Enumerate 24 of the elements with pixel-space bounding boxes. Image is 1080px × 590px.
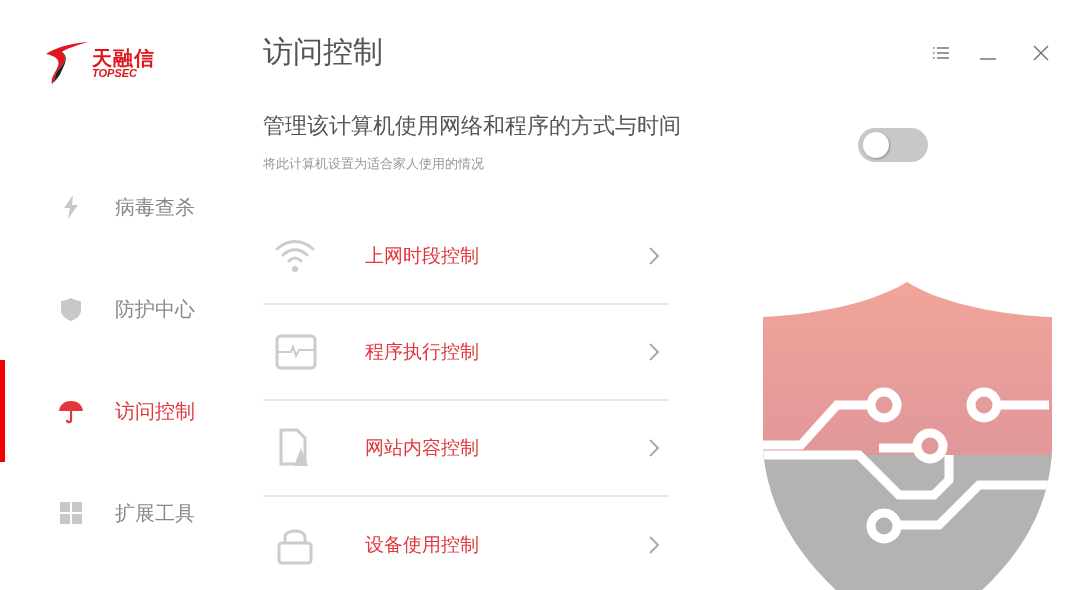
control-row[interactable]: 程序执行控制 xyxy=(263,305,669,401)
control-label: 网站内容控制 xyxy=(365,435,480,460)
control-row[interactable]: 上网时段控制 xyxy=(263,209,669,305)
control-label: 上网时段控制 xyxy=(365,243,480,268)
toggle-switch[interactable] xyxy=(858,128,928,162)
sidebar-item[interactable]: 扩展工具 xyxy=(0,462,240,564)
control-label: 程序执行控制 xyxy=(365,339,480,364)
sidebar-item[interactable]: 防护中心 xyxy=(0,258,240,360)
page-heading: 管理该计算机使用网络和程序的方式与时间 xyxy=(263,112,682,140)
chevron-right-icon xyxy=(647,437,661,459)
chevron-right-icon xyxy=(647,245,661,267)
control-label: 设备使用控制 xyxy=(365,532,480,557)
page-description: 将此计算机设置为适合家人使用的情况 xyxy=(263,155,485,173)
grid-icon xyxy=(57,499,85,527)
page-title: 访问控制 xyxy=(263,33,384,71)
logo-name: 天融信 xyxy=(92,47,155,68)
control-row[interactable]: 设备使用控制 xyxy=(263,497,669,590)
logo-tagline: TOPSEC xyxy=(92,67,138,79)
minimize-icon xyxy=(980,57,996,60)
control-row[interactable]: 网站内容控制 xyxy=(263,401,669,497)
chevron-right-icon xyxy=(647,534,661,556)
sidebar-item[interactable]: 访问控制 xyxy=(0,360,240,462)
chevron-right-icon xyxy=(647,341,661,363)
sidebar-item[interactable]: 病毒查杀 xyxy=(0,156,240,258)
